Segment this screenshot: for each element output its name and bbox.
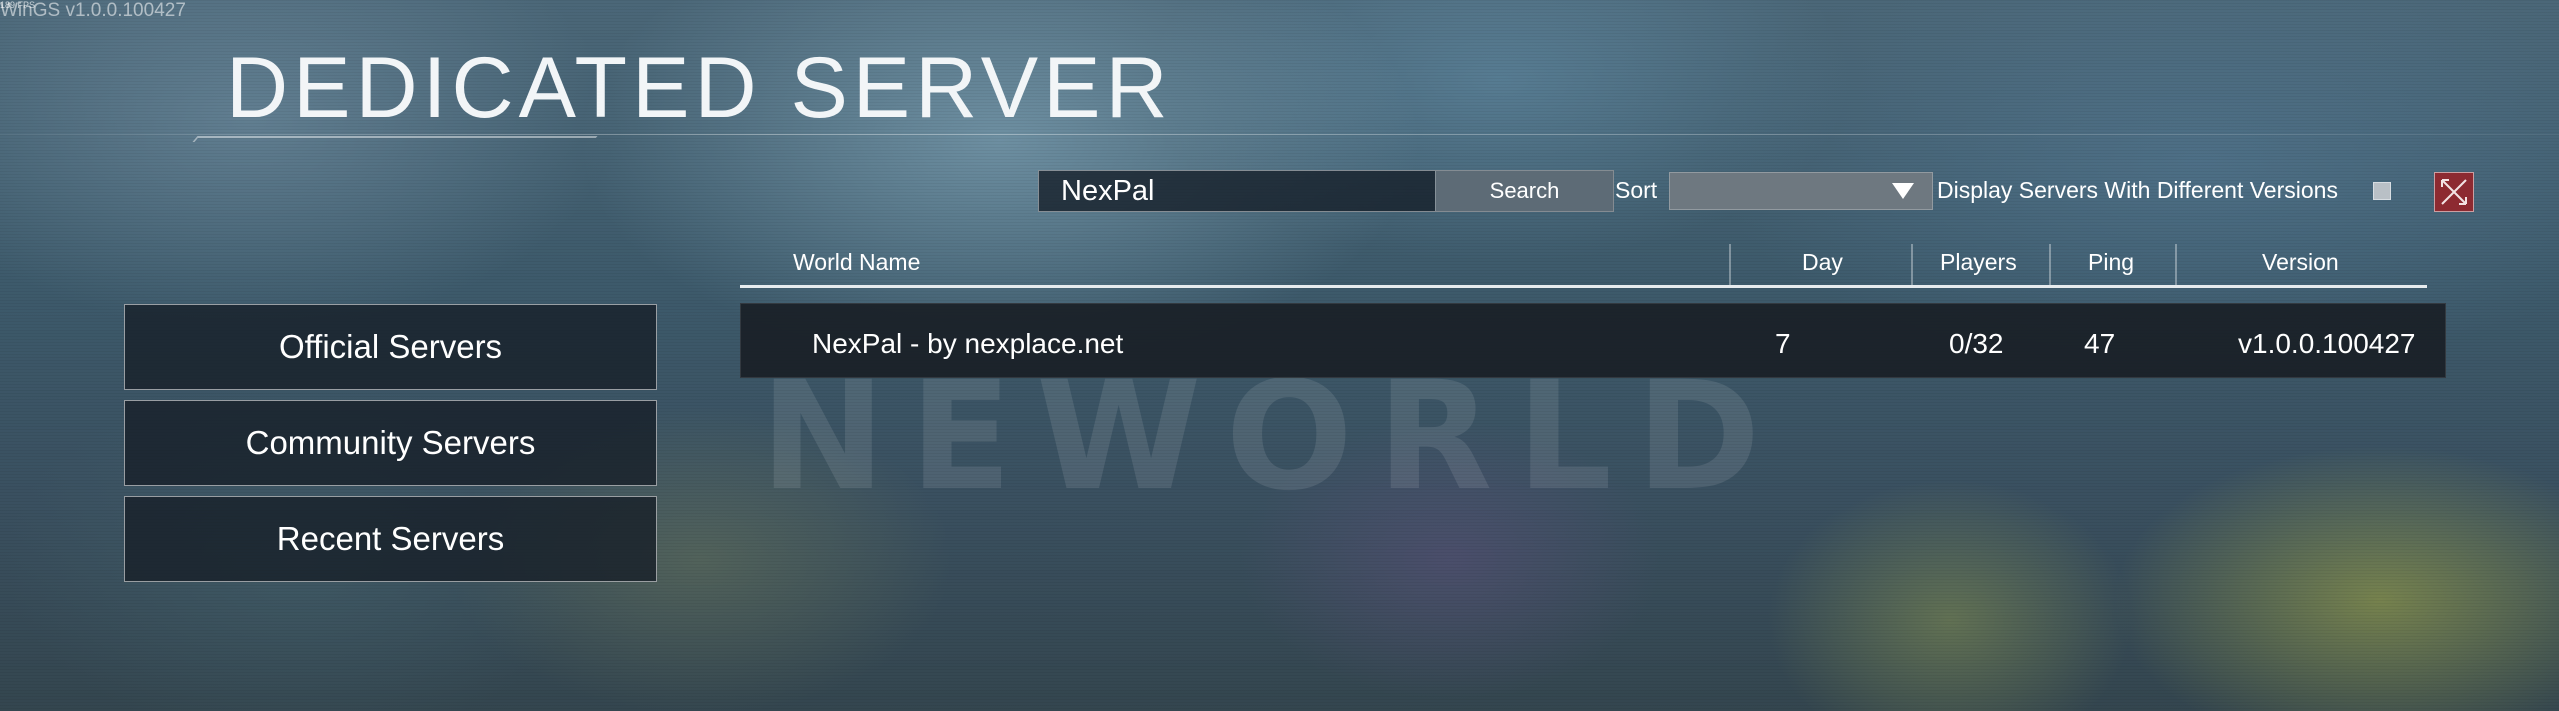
search-button[interactable]: Search [1435, 171, 1613, 211]
table-header-rule [740, 285, 2427, 288]
server-ping: 47 [2084, 328, 2116, 359]
column-divider [1729, 244, 1731, 288]
column-divider [2175, 244, 2177, 288]
server-day: 7 [1775, 328, 1791, 359]
title-accent-line [192, 136, 598, 142]
column-divider [2049, 244, 2051, 288]
close-icon [2441, 179, 2467, 205]
sidebar-item-official-servers[interactable]: Official Servers [124, 304, 657, 390]
server-players: 0/32 [1949, 328, 2004, 359]
title-divider [0, 134, 2559, 135]
chevron-down-icon [1892, 183, 1914, 199]
column-header-world-name[interactable]: World Name [793, 249, 920, 276]
server-version: v1.0.0.100427 [2238, 328, 2416, 359]
column-header-ping[interactable]: Ping [2088, 249, 2134, 276]
column-divider [1911, 244, 1913, 288]
page-title: DEDICATED SERVER [226, 40, 1173, 136]
column-header-players[interactable]: Players [1940, 249, 2017, 276]
sort-label: Sort [1615, 177, 1658, 203]
different-versions-label: Display Servers With Different Versions [1937, 177, 2338, 203]
server-world-name: NexPal - by nexplace.net [812, 328, 1124, 359]
close-button[interactable] [2434, 172, 2474, 212]
column-header-version[interactable]: Version [2262, 249, 2339, 276]
column-header-day[interactable]: Day [1802, 249, 1843, 276]
search-bar: Search [1038, 170, 1614, 212]
fps-counter: 189 FPS [0, 0, 36, 10]
sidebar-item-community-servers[interactable]: Community Servers [124, 400, 657, 486]
sort-dropdown[interactable] [1669, 172, 1933, 210]
different-versions-checkbox[interactable] [2373, 182, 2391, 200]
search-input[interactable] [1039, 171, 1435, 211]
table-row[interactable]: NexPal - by nexplace.net 7 0/32 47 v1.0.… [740, 303, 2446, 378]
sidebar-item-recent-servers[interactable]: Recent Servers [124, 496, 657, 582]
